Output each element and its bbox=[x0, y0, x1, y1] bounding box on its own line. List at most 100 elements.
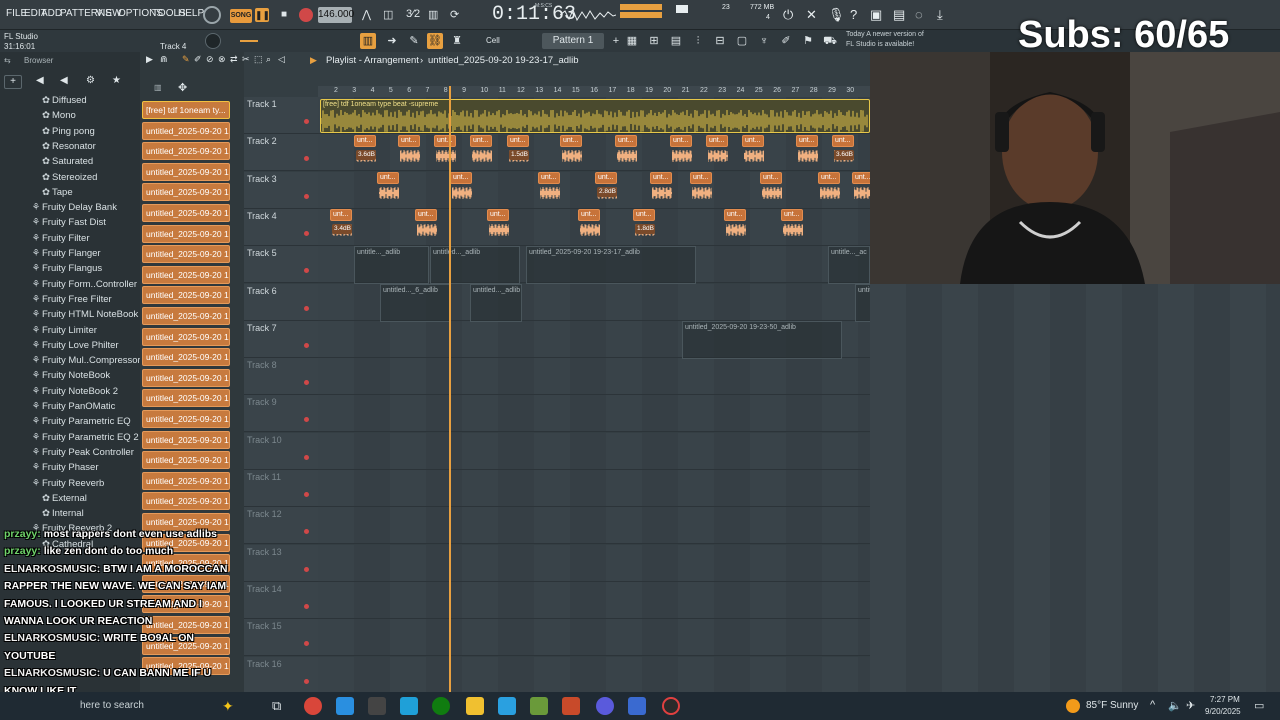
chrome-icon[interactable] bbox=[304, 697, 322, 715]
audio-clip-small[interactable]: unt... bbox=[818, 172, 840, 184]
discord-icon[interactable] bbox=[596, 697, 614, 715]
metronome-icon[interactable]: ⋀ bbox=[362, 8, 371, 21]
audio-clip-wave[interactable] bbox=[796, 149, 818, 163]
picker-clip[interactable]: untitled_2025-09-20 18- bbox=[142, 368, 230, 387]
audio-clip-small[interactable]: unt... bbox=[595, 172, 617, 184]
menu-add[interactable]: ADD bbox=[41, 8, 62, 19]
browser-item[interactable]: ⚘ Fruity Form..Controller bbox=[0, 279, 140, 294]
picker-clip[interactable]: untitled_2025-09-20 18- bbox=[142, 430, 230, 449]
tempo-display[interactable]: 146.000 bbox=[318, 7, 354, 23]
picker-clip[interactable]: [free] tdf 1oneam ty... bbox=[142, 101, 230, 119]
browser-item[interactable]: ✿ Mono bbox=[0, 110, 140, 125]
channel-rack-icon[interactable]: ⊞ bbox=[646, 33, 662, 49]
app-icon[interactable] bbox=[368, 697, 386, 715]
mixer-window-icon[interactable]: ⫶ bbox=[690, 33, 706, 49]
audio-clip-wave[interactable] bbox=[538, 186, 560, 200]
app2-icon[interactable] bbox=[562, 697, 580, 715]
pencil-icon[interactable]: ✎ bbox=[406, 33, 422, 49]
audio-clip-wave[interactable] bbox=[450, 186, 472, 200]
track-header[interactable]: Track 9 bbox=[244, 395, 318, 433]
track-header[interactable]: Track 8 bbox=[244, 358, 318, 396]
volume-icon[interactable]: 🔈 bbox=[1168, 699, 1182, 712]
playback-tool-icon[interactable]: ◁ bbox=[278, 54, 285, 65]
browser-item[interactable]: ✿ External bbox=[0, 493, 140, 508]
clock-date[interactable]: 9/20/2025 bbox=[1205, 707, 1241, 716]
audio-clip-muted[interactable]: untitled_2025-09-20 19-23-50_adlib bbox=[682, 321, 842, 359]
audio-clip-small[interactable]: unt... bbox=[354, 135, 376, 147]
audio-clip-small[interactable]: unt... bbox=[832, 135, 854, 147]
track-record-dot[interactable] bbox=[304, 156, 309, 162]
track-lane[interactable] bbox=[318, 358, 870, 396]
mail-icon[interactable] bbox=[400, 697, 418, 715]
track-record-dot[interactable] bbox=[304, 193, 309, 199]
track-lane[interactable] bbox=[318, 619, 870, 657]
picker-grid-icon[interactable]: ▥ bbox=[154, 83, 162, 92]
track-header[interactable]: Track 2 bbox=[244, 134, 318, 172]
plugin-icon[interactable]: ♆ bbox=[756, 33, 772, 49]
back-icon[interactable]: ◀ bbox=[60, 75, 68, 86]
browser-item[interactable]: ⚘ Fruity PanOMatic bbox=[0, 401, 140, 416]
track-lane[interactable] bbox=[318, 544, 870, 582]
sparkle-icon[interactable]: ✦ bbox=[222, 698, 234, 715]
audio-clip-muted[interactable]: untitled..._adlib bbox=[470, 284, 522, 322]
audio-clip-small[interactable]: unt... bbox=[470, 135, 492, 147]
audio-clip-small[interactable]: unt... bbox=[706, 135, 728, 147]
audio-clip-small[interactable]: unt... bbox=[670, 135, 692, 147]
piano-roll-icon[interactable]: ▥ bbox=[360, 33, 376, 49]
track-record-dot[interactable] bbox=[304, 119, 309, 124]
browser-item[interactable]: ⚘ Fruity Delay Bank bbox=[0, 202, 140, 217]
track-lane[interactable] bbox=[318, 470, 870, 507]
track-volume-knob[interactable] bbox=[205, 33, 221, 49]
browser-item[interactable]: ⚘ Fruity Reeverb bbox=[0, 478, 140, 493]
audio-clip-small[interactable]: unt... bbox=[377, 172, 399, 184]
browser-item[interactable]: ⚘ Fruity Peak Controller bbox=[0, 447, 140, 462]
audio-clip-small[interactable]: unt... bbox=[650, 172, 672, 184]
cpu-toggle-icon[interactable]: ⏻ bbox=[783, 7, 793, 23]
audio-clip-wave[interactable] bbox=[724, 223, 746, 237]
pause-icon[interactable]: ❚❚ bbox=[255, 8, 270, 22]
audio-clip-wave[interactable] bbox=[398, 149, 420, 163]
link-icon[interactable]: ⛓ bbox=[427, 33, 443, 49]
gain-label[interactable]: 2.8dB bbox=[597, 187, 617, 197]
magnet-icon[interactable]: ⋒ bbox=[160, 54, 168, 65]
browser-item[interactable]: ⚘ Fruity HTML NoteBook bbox=[0, 309, 140, 324]
audio-clip-small[interactable]: unt... bbox=[415, 209, 437, 221]
stamp-icon[interactable]: ♜ bbox=[449, 33, 465, 49]
track-lane[interactable] bbox=[318, 656, 870, 694]
picker-clip[interactable]: untitled_2025-09-20 18- bbox=[142, 204, 230, 222]
audio-clip-wave[interactable] bbox=[742, 149, 764, 163]
audio-clip-muted[interactable]: untitle..._ac bbox=[828, 246, 870, 284]
brush-icon[interactable]: ✐ bbox=[778, 33, 794, 49]
browser-item[interactable]: ✿ Internal bbox=[0, 508, 140, 523]
explorer-icon[interactable] bbox=[466, 697, 484, 715]
track-header[interactable]: Track 10 bbox=[244, 432, 318, 470]
browser-item[interactable]: ✿ Tape bbox=[0, 187, 140, 202]
audio-clip-wave[interactable] bbox=[377, 186, 399, 200]
audio-clip-wave[interactable] bbox=[760, 186, 782, 200]
gain-label[interactable]: 3.6dB bbox=[356, 150, 376, 160]
pattern-select[interactable]: Pattern 1 bbox=[542, 33, 604, 49]
browser-window-icon[interactable]: ⊟ bbox=[712, 33, 728, 49]
track-header[interactable]: Track 16 bbox=[244, 656, 318, 694]
task-view-icon[interactable]: ⧉ bbox=[272, 698, 281, 714]
track-record-dot[interactable] bbox=[304, 305, 309, 311]
gain-label[interactable]: 3.4dB bbox=[332, 224, 352, 234]
main-volume-slider[interactable] bbox=[240, 40, 258, 42]
track-header[interactable]: Track 4 bbox=[244, 208, 318, 246]
browser-item[interactable]: ✿ Diffused bbox=[0, 95, 140, 110]
audio-clip-muted[interactable]: untitle..._adlib bbox=[354, 246, 429, 284]
mute-tool-icon[interactable]: ⊗ bbox=[218, 54, 226, 65]
track-lane[interactable] bbox=[318, 581, 870, 619]
audio-clip-wave[interactable] bbox=[690, 186, 712, 200]
store-icon[interactable] bbox=[336, 697, 354, 715]
audio-clip-small[interactable]: unt... bbox=[560, 135, 582, 147]
browser-item[interactable]: ⚘ Fruity Mul..Compressor bbox=[0, 355, 140, 370]
tray-chevron-icon[interactable]: ^ bbox=[1150, 699, 1155, 711]
audio-clip-small[interactable]: unt... bbox=[724, 209, 746, 221]
blend-notes-icon[interactable]: ▥ bbox=[428, 8, 438, 21]
audio-clip-wave[interactable] bbox=[670, 149, 692, 163]
picker-clip[interactable]: untitled_2025-09-20 18- bbox=[142, 224, 230, 243]
audio-clip[interactable]: [free] tdf 1oneam type beat -supreme bbox=[320, 99, 870, 133]
countdown-icon[interactable]: 3⁄2 bbox=[406, 8, 420, 20]
audio-clip-small[interactable]: unt... bbox=[796, 135, 818, 147]
